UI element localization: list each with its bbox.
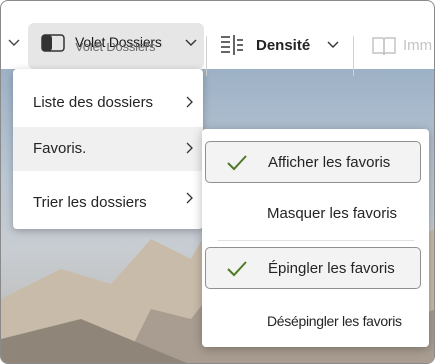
folder-pane-menu: Liste des dossiers Favoris. Trier les do… [13, 69, 203, 229]
density-button[interactable]: Densité [256, 37, 310, 54]
menu-item-label: Épingler les favoris [268, 260, 395, 277]
favorites-submenu: Afficher les favoris Masquer les favoris… [202, 129, 429, 347]
menu-item-label: Liste des dossiers [33, 94, 154, 111]
menu-item-unpin-favorites[interactable]: Désépingler les favoris [205, 301, 421, 343]
checkmark-icon [227, 261, 247, 277]
chevron-down-icon[interactable] [327, 39, 339, 49]
menu-item-pin-favorites[interactable]: Épingler les favoris [205, 247, 421, 289]
menu-item-label: Afficher les favoris [268, 154, 391, 171]
app-window: Volet Dossiers Volet Dossiers Densité Im… [0, 0, 435, 364]
checkmark-icon [227, 155, 247, 171]
immersive-reader-icon [372, 37, 396, 56]
chevron-down-icon[interactable] [7, 35, 21, 49]
menu-item-label: Trier les dossiers [33, 194, 147, 211]
folder-pane-label-overlap: Volet Dossiers [75, 43, 156, 51]
menu-item-label: Favoris. [33, 140, 87, 157]
ribbon-divider [353, 36, 354, 76]
chevron-down-icon[interactable] [185, 37, 197, 47]
menu-item-label: Désépingler les favoris [267, 313, 402, 329]
menu-item-sort-folders[interactable]: Trier les dossiers [13, 181, 203, 225]
immersive-reader-button[interactable]: Imm [403, 37, 432, 54]
menu-divider [218, 240, 414, 241]
density-icon [221, 35, 243, 55]
folder-pane-icon [41, 34, 65, 52]
menu-item-folder-list[interactable]: Liste des dossiers [13, 81, 203, 125]
ribbon-toolbar [1, 11, 434, 76]
chevron-right-icon [186, 142, 193, 154]
chevron-right-icon [186, 96, 193, 108]
ribbon-divider [206, 36, 207, 76]
menu-item-favorites[interactable]: Favoris. [13, 127, 203, 171]
chevron-right-icon [186, 192, 193, 204]
menu-item-show-favorites[interactable]: Afficher les favoris [205, 141, 421, 183]
menu-item-label: Masquer les favoris [267, 205, 398, 222]
menu-item-hide-favorites[interactable]: Masquer les favoris [205, 194, 421, 236]
